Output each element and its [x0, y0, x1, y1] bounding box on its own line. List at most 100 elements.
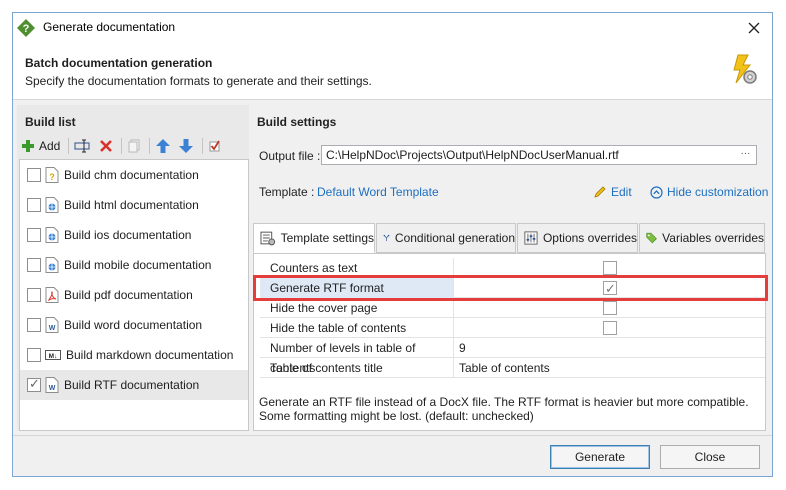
build-item-checkbox[interactable] — [27, 168, 41, 182]
build-item-checkbox[interactable] — [27, 348, 41, 362]
selected-property-highlight — [253, 275, 768, 301]
build-item-label: Build pdf documentation — [64, 288, 193, 302]
generate-documentation-dialog: ? Generate documentation Batch documenta… — [12, 12, 773, 477]
build-settings-title: Build settings — [257, 115, 337, 129]
word-file-icon: W — [45, 317, 59, 333]
header-title: Batch documentation generation — [25, 56, 213, 70]
footer-divider — [13, 435, 772, 436]
output-file-label: Output file : — [259, 149, 321, 163]
tab-label: Options overrides — [542, 231, 637, 245]
copy-icon — [128, 139, 140, 153]
toolbar-separator — [149, 138, 151, 154]
tab-template-settings[interactable]: Template settings — [253, 223, 375, 253]
property-hide-cover-page[interactable]: Hide the cover page — [260, 298, 765, 318]
build-item-checkbox[interactable] — [27, 288, 41, 302]
build-item-mobile[interactable]: Build mobile documentation — [20, 250, 248, 280]
build-item-pdf[interactable]: Build pdf documentation — [20, 280, 248, 310]
mobile-file-icon — [45, 257, 59, 273]
rename-build-button[interactable] — [72, 136, 94, 156]
lightning-gear-icon — [733, 54, 757, 84]
toolbar-separator — [68, 138, 70, 154]
chm-file-icon: ? — [45, 167, 59, 183]
build-item-word[interactable]: W Build word documentation — [20, 310, 248, 340]
window-title: Generate documentation — [43, 20, 176, 34]
pencil-icon — [594, 186, 606, 198]
output-file-input[interactable] — [321, 145, 757, 165]
arrow-up-icon — [156, 139, 171, 153]
branch-icon — [383, 234, 390, 242]
property-value[interactable]: 9 — [455, 338, 765, 358]
build-item-label: Build mobile documentation — [64, 258, 212, 272]
build-item-label: Build word documentation — [64, 318, 203, 332]
svg-text:W: W — [49, 385, 56, 392]
build-item-html[interactable]: Build html documentation — [20, 190, 248, 220]
build-item-rtf[interactable]: ✓ W Build RTF documentation — [20, 370, 248, 400]
build-item-checkbox[interactable] — [27, 258, 41, 272]
build-item-label: Build html documentation — [64, 198, 199, 212]
check-all-icon — [209, 140, 221, 152]
property-value[interactable]: Table of contents — [455, 358, 765, 378]
build-item-checkbox[interactable] — [27, 198, 41, 212]
chevron-up-circle-icon — [650, 185, 663, 199]
toolbar-separator — [202, 138, 204, 154]
tab-conditional-generation[interactable]: Conditional generation — [376, 223, 516, 253]
property-value — [455, 298, 765, 318]
move-up-button[interactable] — [153, 136, 173, 156]
toolbar-separator — [121, 138, 123, 154]
build-item-label: Build chm documentation — [64, 168, 199, 182]
checkmark-icon: ✓ — [29, 376, 40, 391]
generate-button[interactable]: Generate — [550, 445, 650, 469]
html-file-icon — [45, 197, 59, 213]
check-all-button[interactable] — [206, 136, 224, 156]
property-checkbox[interactable] — [603, 301, 617, 315]
template-link[interactable]: Default Word Template — [317, 185, 439, 199]
hide-customization-button[interactable]: Hide customization — [650, 185, 768, 199]
tab-variables-overrides[interactable]: Variables overrides — [639, 223, 765, 253]
rtf-file-icon: W — [45, 377, 59, 393]
build-item-checkbox[interactable] — [27, 318, 41, 332]
tab-options-overrides[interactable]: Options overrides — [517, 223, 638, 253]
svg-text:?: ? — [49, 172, 55, 182]
property-checkbox[interactable] — [603, 261, 617, 275]
move-down-button[interactable] — [176, 136, 196, 156]
property-name: Hide the cover page — [260, 298, 454, 318]
browse-output-button[interactable]: ··· — [735, 146, 756, 164]
edit-template-button[interactable]: Edit — [593, 185, 632, 199]
tab-label: Variables overrides — [662, 231, 764, 245]
add-build-button[interactable]: Add — [19, 136, 62, 156]
property-toc-levels[interactable]: Number of levels in table of contents 9 — [260, 338, 765, 375]
tab-label: Template settings — [280, 231, 374, 245]
add-build-label: Add — [39, 139, 61, 153]
dialog-header: Batch documentation generation Specify t… — [13, 43, 772, 100]
svg-text:M↓: M↓ — [49, 353, 58, 360]
svg-text:W: W — [49, 325, 56, 332]
property-description: Generate an RTF file instead of a DocX f… — [259, 395, 749, 423]
build-item-checkbox[interactable]: ✓ — [27, 376, 41, 392]
close-button[interactable]: Close — [660, 445, 760, 469]
hide-customization-label: Hide customization — [667, 185, 769, 199]
template-settings-icon — [260, 231, 276, 246]
property-hide-table-of-contents[interactable]: Hide the table of contents — [260, 318, 765, 338]
property-name: Hide the table of contents — [260, 318, 454, 338]
duplicate-build-button[interactable] — [125, 136, 143, 156]
delete-x-icon — [100, 140, 113, 152]
helpndoc-app-icon: ? — [17, 19, 35, 37]
build-item-checkbox[interactable] — [27, 228, 41, 242]
property-checkbox[interactable] — [603, 321, 617, 335]
property-toc-title[interactable]: Table of contents title Table of content… — [260, 358, 765, 378]
template-label: Template : — [259, 185, 315, 199]
build-item-ios[interactable]: Build ios documentation — [20, 220, 248, 250]
delete-build-button[interactable] — [97, 136, 115, 156]
edit-template-label: Edit — [611, 185, 632, 199]
property-name: Number of levels in table of contents — [260, 338, 454, 375]
tab-label: Conditional generation — [394, 231, 515, 245]
svg-text:?: ? — [23, 23, 30, 35]
build-item-markdown[interactable]: M↓ Build markdown documentation — [20, 340, 248, 370]
build-item-label: Build markdown documentation — [66, 348, 234, 362]
header-subtitle: Specify the documentation formats to gen… — [25, 74, 372, 88]
ios-file-icon — [45, 227, 59, 243]
rename-icon — [74, 139, 90, 153]
build-item-label: Build RTF documentation — [64, 378, 200, 392]
build-item-chm[interactable]: ? Build chm documentation — [20, 160, 248, 190]
close-window-button[interactable] — [740, 16, 768, 40]
